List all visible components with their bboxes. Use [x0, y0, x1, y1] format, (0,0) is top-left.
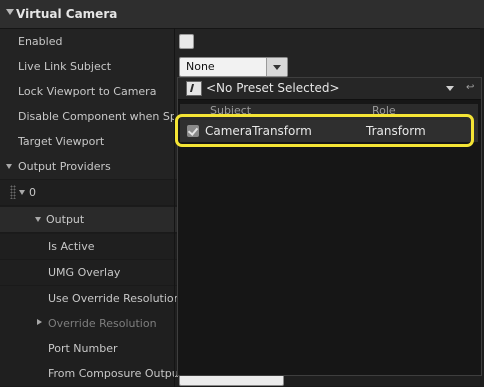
live-link-subject-combo[interactable]: None — [179, 57, 288, 77]
expand-arrow-icon[interactable] — [19, 190, 25, 195]
property-row-enabled: Enabled — [0, 29, 484, 55]
preset-selector[interactable]: <No Preset Selected> ↩ — [178, 78, 481, 100]
property-label: Port Number — [48, 342, 118, 355]
enabled-checkbox[interactable] — [179, 34, 194, 49]
property-label: Output Providers — [18, 160, 111, 173]
category-header-virtual-camera[interactable]: Virtual Camera — [0, 0, 484, 29]
chevron-down-icon — [273, 65, 281, 70]
expand-arrow-icon[interactable] — [6, 9, 14, 15]
property-label: Output — [46, 213, 85, 226]
property-label: Override Resolution — [48, 317, 157, 330]
property-label: 0 — [29, 186, 36, 199]
preset-label: <No Preset Selected> — [206, 81, 340, 95]
combo-value: None — [186, 60, 215, 73]
property-label: Use Override Resolution — [48, 292, 181, 305]
property-label: Disable Component when Spawned — [18, 110, 174, 123]
property-label: Live Link Subject — [18, 60, 112, 73]
expand-arrow-icon[interactable] — [35, 217, 41, 222]
preset-icon — [186, 81, 202, 96]
property-label: UMG Overlay — [48, 266, 121, 279]
return-icon[interactable]: ↩ — [466, 82, 474, 93]
expand-arrow-icon[interactable] — [6, 164, 12, 169]
highlight-outline — [175, 114, 474, 147]
property-label: From Composure Output — [48, 367, 184, 380]
property-label: Enabled — [18, 35, 63, 48]
property-label: Target Viewport — [18, 135, 105, 148]
drag-handle-icon[interactable] — [10, 185, 16, 199]
column-splitter[interactable] — [174, 28, 175, 387]
category-title: Virtual Camera — [16, 7, 118, 21]
chevron-down-icon[interactable] — [446, 86, 454, 91]
property-label: Lock Viewport to Camera — [18, 85, 157, 98]
property-label: Is Active — [48, 240, 95, 253]
combo-dropdown-button[interactable] — [266, 58, 287, 76]
collapsed-arrow-icon[interactable] — [37, 319, 42, 325]
